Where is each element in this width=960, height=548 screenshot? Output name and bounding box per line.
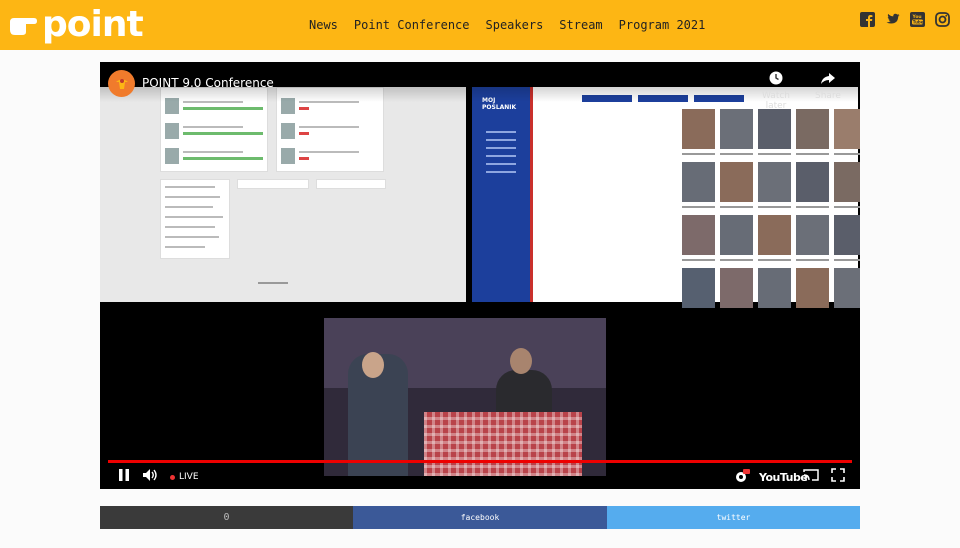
settings-gear-icon[interactable] [734, 468, 750, 484]
site-header: point News Point Conference Speakers Str… [0, 0, 960, 50]
main-nav: News Point Conference Speakers Stream Pr… [309, 18, 705, 32]
speaker-photo [720, 109, 753, 149]
instagram-icon[interactable] [935, 12, 950, 27]
speaker-photo [758, 215, 791, 255]
cast-icon[interactable] [803, 468, 819, 482]
nav-speakers[interactable]: Speakers [486, 18, 544, 32]
live-dot [170, 474, 175, 480]
channel-avatar[interactable] [108, 70, 135, 97]
speaker-photo-caption [682, 259, 715, 261]
facebook-share-button[interactable]: facebook [353, 506, 607, 529]
channel-logo-icon [115, 78, 128, 89]
speaker-photo [720, 162, 753, 202]
speaker-photo [682, 215, 715, 255]
video-controls: LIVE YouTube [100, 464, 860, 489]
speaker-photo [834, 215, 860, 255]
pointing-hand-icon [10, 18, 37, 35]
youtube-logo[interactable]: YouTube [759, 471, 808, 484]
speaker-photo-caption [720, 153, 753, 155]
speaker-photo-caption [796, 259, 829, 261]
speaker-photo-caption [758, 206, 791, 208]
stage-camera-feed [324, 318, 606, 476]
nav-program-2021[interactable]: Program 2021 [619, 18, 706, 32]
slide-sidebar: MOJ POSLANIK [472, 87, 530, 302]
watch-later-button[interactable]: Watch later [756, 70, 796, 111]
slide-card-5 [316, 179, 386, 189]
speaker-photo-caption [796, 153, 829, 155]
live-indicator[interactable]: LIVE [170, 472, 199, 482]
share-button[interactable]: Share [808, 70, 848, 101]
speaker-photo-caption [682, 153, 715, 155]
speaker-photo [834, 162, 860, 202]
clock-icon [769, 71, 783, 85]
social-links: You Tube [860, 12, 950, 27]
speaker-photo [796, 162, 829, 202]
youtube-icon[interactable]: YouTube [910, 12, 925, 27]
speaker-photo [758, 162, 791, 202]
nav-news[interactable]: News [309, 18, 338, 32]
speaker-photo-caption [758, 259, 791, 261]
slide-card-4 [237, 179, 309, 189]
share-bar: 0 facebook twitter [100, 506, 860, 529]
speaker-photo-caption [720, 259, 753, 261]
speaker-photo [834, 268, 860, 308]
speaker-photo-caption [682, 206, 715, 208]
speaker-photo-caption [796, 206, 829, 208]
speaker-photo [758, 268, 791, 308]
live-label: LIVE [179, 472, 199, 482]
video-title[interactable]: POINT 9.0 Conference [142, 76, 274, 90]
share-count: 0 [100, 506, 353, 529]
speaker-photo [758, 109, 791, 149]
twitter-share-button[interactable]: twitter [607, 506, 860, 529]
nav-stream[interactable]: Stream [559, 18, 602, 32]
facebook-icon[interactable] [860, 12, 875, 27]
svg-text:Tube: Tube [913, 20, 924, 25]
speaker-photo-caption [758, 153, 791, 155]
share-arrow-icon [821, 73, 835, 84]
watch-later-label: Watch later [761, 91, 791, 111]
speaker-photo [682, 109, 715, 149]
video-player[interactable]: MOJ POSLANIK POINT 9.0 Conference Watch … [100, 62, 860, 489]
speaker-photo [720, 215, 753, 255]
slide-card-3 [160, 179, 230, 259]
speaker-photo [720, 268, 753, 308]
slide-left-screenshot [100, 87, 466, 302]
volume-icon[interactable] [142, 468, 158, 482]
slide-divider [530, 87, 533, 302]
speaker-photo-caption [720, 206, 753, 208]
nav-point-conference[interactable]: Point Conference [354, 18, 470, 32]
site-logo[interactable]: point [8, 4, 144, 45]
twitter-icon[interactable] [885, 12, 900, 27]
speaker-photo-caption [834, 153, 860, 155]
speaker-photo [682, 162, 715, 202]
speaker-photo [834, 109, 860, 149]
speaker-photo [796, 215, 829, 255]
share-label: Share [815, 91, 841, 101]
speaker-photo [796, 268, 829, 308]
logo-text: point [42, 4, 144, 45]
speaker-photo-caption [834, 259, 860, 261]
speaker-photo [796, 109, 829, 149]
speaker-photo [682, 268, 715, 308]
video-progress-bar[interactable] [108, 460, 852, 463]
fullscreen-icon[interactable] [831, 468, 845, 482]
slide-right-screenshot: MOJ POSLANIK [472, 87, 860, 308]
pause-icon[interactable] [118, 468, 130, 482]
speaker-photo-caption [834, 206, 860, 208]
